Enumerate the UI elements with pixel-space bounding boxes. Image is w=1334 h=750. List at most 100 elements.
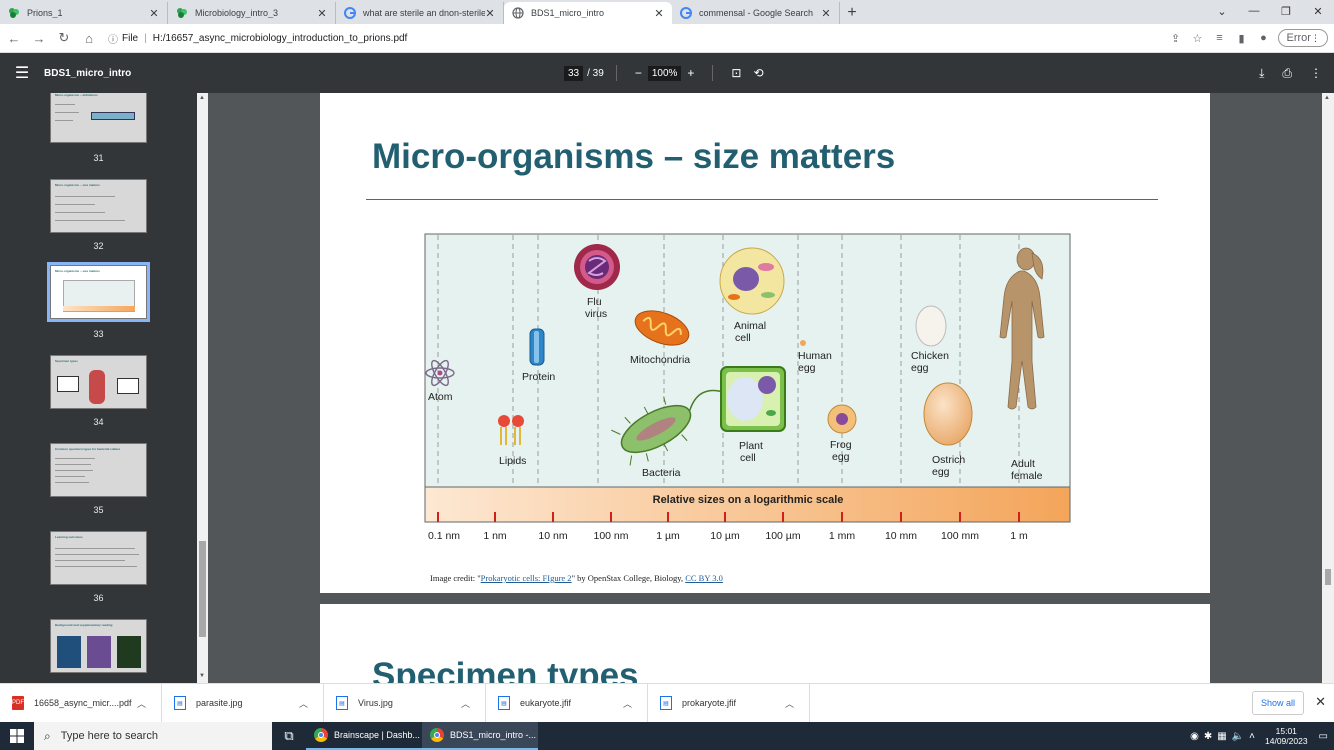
thumbnail-page-35[interactable]: Common specimen types for bacterial cult…: [50, 443, 147, 497]
credit-source-link[interactable]: Prokaryotic cells: FIgure 2: [481, 573, 572, 583]
close-icon[interactable]: ✕: [485, 7, 495, 20]
taskbar-app-brainscape[interactable]: Brainscape | Dashb...: [306, 722, 422, 750]
home-button[interactable]: ⌂: [78, 27, 100, 49]
rotate-icon[interactable]: ⟲: [753, 66, 763, 80]
new-tab-button[interactable]: +: [840, 2, 864, 24]
tick-label: 1 mm: [829, 530, 856, 542]
label-mitochondria: Mitochondria: [630, 354, 690, 366]
download-icon[interactable]: ⤓: [1259, 66, 1264, 81]
next-page-title: Specimen types: [372, 656, 639, 683]
print-icon[interactable]: ⎙: [1282, 66, 1292, 81]
network-icon[interactable]: ▦: [1217, 731, 1226, 742]
thumbnail-box: [57, 376, 79, 392]
back-button[interactable]: ←: [3, 27, 25, 49]
sound-icon[interactable]: 🔈: [1232, 731, 1244, 742]
frog-egg-icon: [827, 404, 857, 434]
minimize-button[interactable]: —: [1238, 0, 1270, 22]
taskbar-search[interactable]: ⌕ Type here to search: [34, 722, 272, 750]
thumbnail-page-37[interactable]: Background and supplementary reading: [50, 619, 147, 673]
image-file-icon: ▤: [498, 696, 510, 710]
tab-bds1[interactable]: BDS1_micro_intro ✕: [504, 2, 672, 24]
download-item[interactable]: ▤ parasite.jpg ︿: [162, 683, 324, 723]
tab-microbiology[interactable]: Microbiology_intro_3 ✕: [168, 2, 336, 24]
side-panel-icon[interactable]: ▮: [1230, 32, 1252, 45]
thumbnail-line: [55, 104, 75, 105]
thumbnail-line: [55, 566, 137, 567]
taskbar-app-bds1[interactable]: BDS1_micro_intro -...: [422, 722, 538, 750]
close-icon[interactable]: ✕: [1315, 694, 1326, 710]
chevron-up-icon[interactable]: ︿: [137, 697, 161, 710]
task-view-icon[interactable]: ⧉: [272, 728, 306, 744]
close-icon[interactable]: ✕: [149, 7, 159, 20]
profile-avatar-icon[interactable]: ●: [1252, 32, 1274, 44]
thumbnail-page-31[interactable]: Micro-organisms – definitions: [50, 93, 147, 143]
thumbnail-page-34[interactable]: Specimen types: [50, 355, 147, 409]
reading-list-icon[interactable]: ≡: [1208, 32, 1230, 44]
credit-license-link[interactable]: CC BY 3.0: [685, 573, 723, 583]
label-animal: Animal: [734, 320, 766, 332]
viewer-scrollbar[interactable]: ▲: [1322, 93, 1334, 683]
tab-prions[interactable]: Prions_1 ✕: [0, 2, 168, 24]
bookmark-star-icon[interactable]: ☆: [1186, 32, 1208, 45]
notification-icon[interactable]: ▭: [1319, 731, 1328, 742]
tick-label: 100 mm: [941, 530, 979, 542]
thumbnail-page-36[interactable]: Learning outcomes: [50, 531, 147, 585]
pdf-viewer: Micro-organisms – size matters Atom Prot…: [208, 93, 1322, 683]
tab-sterile-search[interactable]: what are sterile an dnon-sterile b ✕: [336, 2, 504, 24]
app-tray-icon[interactable]: ◉: [1190, 731, 1199, 742]
close-window-button[interactable]: ✕: [1302, 0, 1334, 22]
sidebar-scrollbar[interactable]: ▲ ▼: [197, 93, 208, 683]
thumbnail-page-32[interactable]: Micro-organisms – size matters: [50, 179, 147, 233]
show-all-button[interactable]: Show all: [1251, 691, 1304, 715]
window-controls: ⌄ — ❐ ✕: [1206, 0, 1334, 24]
thumbnail-line: [55, 554, 139, 555]
thumbnail-line: [55, 458, 95, 459]
screen: Prions_1 ✕ Microbiology_intro_3 ✕ what a…: [0, 0, 1334, 750]
omnibox[interactable]: ⓘ File | H:/16657_async_microbiology_int…: [108, 27, 1164, 49]
download-item[interactable]: PDF 16658_async_micr....pdf ︿: [0, 683, 162, 723]
sidebar-scroll-thumb[interactable]: [199, 541, 206, 637]
scroll-up-icon[interactable]: ▲: [1324, 95, 1330, 101]
chevron-up-icon[interactable]: ︿: [461, 697, 485, 710]
page-number-input[interactable]: 33: [564, 65, 584, 81]
close-icon[interactable]: ✕: [821, 7, 831, 20]
tab-commensal[interactable]: commensal - Google Search ✕: [672, 2, 840, 24]
scroll-up-icon[interactable]: ▲: [199, 95, 205, 101]
chevron-up-icon[interactable]: ︿: [785, 697, 809, 710]
bluetooth-icon[interactable]: ✱: [1204, 731, 1212, 742]
download-item[interactable]: ▤ Virus.jpg ︿: [324, 683, 486, 723]
zoom-in-icon[interactable]: +: [687, 66, 694, 80]
error-button[interactable]: Error ⋮: [1278, 29, 1328, 47]
windows-start-icon[interactable]: [0, 722, 34, 750]
zoom-input[interactable]: 100%: [647, 65, 682, 81]
chevron-up-icon[interactable]: ︿: [299, 697, 323, 710]
label-human: Human: [798, 350, 832, 362]
pdf-page-34: Specimen types: [320, 604, 1210, 683]
forward-button[interactable]: →: [28, 27, 50, 49]
thumbnail-page-33[interactable]: Micro-organisms – size matters: [47, 262, 150, 322]
image-file-icon: ▤: [660, 696, 672, 710]
close-icon[interactable]: ✕: [317, 7, 327, 20]
viewer-scroll-thumb[interactable]: [1325, 569, 1331, 585]
download-item[interactable]: ▤ prokaryote.jfif ︿: [648, 683, 810, 723]
clock[interactable]: 15:01 14/09/2023: [1265, 726, 1308, 746]
reload-button[interactable]: ↻: [53, 27, 75, 49]
restore-button[interactable]: ❐: [1270, 0, 1302, 22]
fit-page-icon[interactable]: ⊡: [731, 66, 741, 80]
label-bacteria: Bacteria: [642, 467, 681, 479]
scroll-down-icon[interactable]: ▼: [199, 673, 205, 679]
close-icon[interactable]: ✕: [654, 7, 664, 20]
tick-label: 1 nm: [483, 530, 507, 542]
share-icon[interactable]: ⇪: [1164, 32, 1186, 45]
tab-search-icon[interactable]: ⌄: [1206, 0, 1238, 22]
tick-label: 10 nm: [538, 530, 567, 542]
info-icon[interactable]: ⓘ: [108, 31, 118, 46]
chevron-up-icon[interactable]: ︿: [623, 697, 647, 710]
download-item[interactable]: ▤ eukaryote.jfif ︿: [486, 683, 648, 723]
zoom-out-icon[interactable]: −: [635, 66, 642, 80]
chevron-up-icon[interactable]: ˄: [1249, 731, 1255, 742]
label-plant-cell: cell: [740, 452, 756, 464]
more-options-icon[interactable]: ⋮: [1310, 66, 1322, 80]
hamburger-menu-icon[interactable]: ☰: [0, 63, 44, 83]
brainscape-icon: [177, 8, 187, 18]
